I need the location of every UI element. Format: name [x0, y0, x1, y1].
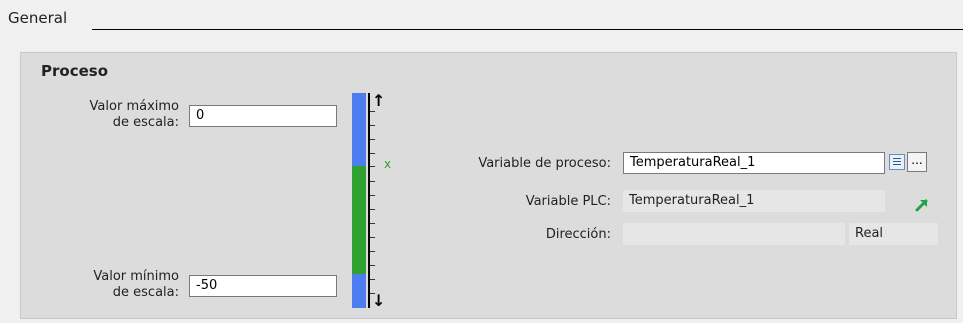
- scale-tick: [370, 223, 375, 224]
- scale-value-range: [352, 166, 366, 274]
- goto-arrow-icon[interactable]: [914, 197, 930, 213]
- data-type-field: Real: [849, 223, 938, 245]
- list-browse-icon[interactable]: [889, 154, 905, 170]
- scale-tick: [370, 125, 375, 126]
- address-label: Dirección:: [545, 227, 611, 242]
- scale-tick: [370, 265, 375, 266]
- min-scale-label-line2: de escala:: [112, 285, 179, 300]
- scale-tick: [370, 166, 375, 167]
- scale-tick: [370, 251, 375, 252]
- plc-variable-label: Variable PLC:: [525, 194, 611, 209]
- scale-tick: [370, 139, 375, 140]
- process-variable-input[interactable]: TemperaturaReal_1: [623, 152, 885, 174]
- scale-tick: [370, 181, 375, 182]
- min-scale-label-line1: Valor mínimo: [93, 269, 179, 284]
- plc-variable-field: TemperaturaReal_1: [623, 190, 885, 212]
- scale-tick: [370, 195, 375, 196]
- max-scale-label-line1: Valor máximo: [89, 99, 179, 114]
- scale-current-marker: x: [384, 157, 392, 171]
- scale-tick: [370, 209, 375, 210]
- scale-upper-range: [352, 93, 366, 166]
- section-title: General: [8, 9, 68, 27]
- section-header: General: [0, 0, 963, 40]
- max-scale-input[interactable]: 0: [189, 105, 337, 127]
- process-panel: Proceso Valor máximo de escala: 0 Valor …: [20, 52, 957, 319]
- min-scale-label: Valor mínimo de escala:: [61, 269, 179, 301]
- max-scale-label-line2: de escala:: [112, 115, 179, 130]
- scale-down-arrow-icon: ↓: [372, 291, 386, 310]
- scale-bar: [352, 93, 366, 308]
- browse-button[interactable]: ...: [907, 152, 927, 172]
- scale-tick: [370, 279, 375, 280]
- min-scale-input[interactable]: -50: [189, 275, 337, 297]
- panel-title: Proceso: [41, 62, 108, 80]
- scale-lower-range: [352, 274, 366, 308]
- max-scale-label: Valor máximo de escala:: [61, 99, 179, 131]
- scale-up-arrow-icon: ↑: [372, 91, 386, 110]
- scale-tick: [370, 111, 375, 112]
- process-variable-label: Variable de proceso:: [478, 156, 611, 171]
- scale-tick: [370, 237, 375, 238]
- address-field: [623, 223, 845, 245]
- scale-tick: [370, 153, 375, 154]
- section-divider: [92, 29, 963, 30]
